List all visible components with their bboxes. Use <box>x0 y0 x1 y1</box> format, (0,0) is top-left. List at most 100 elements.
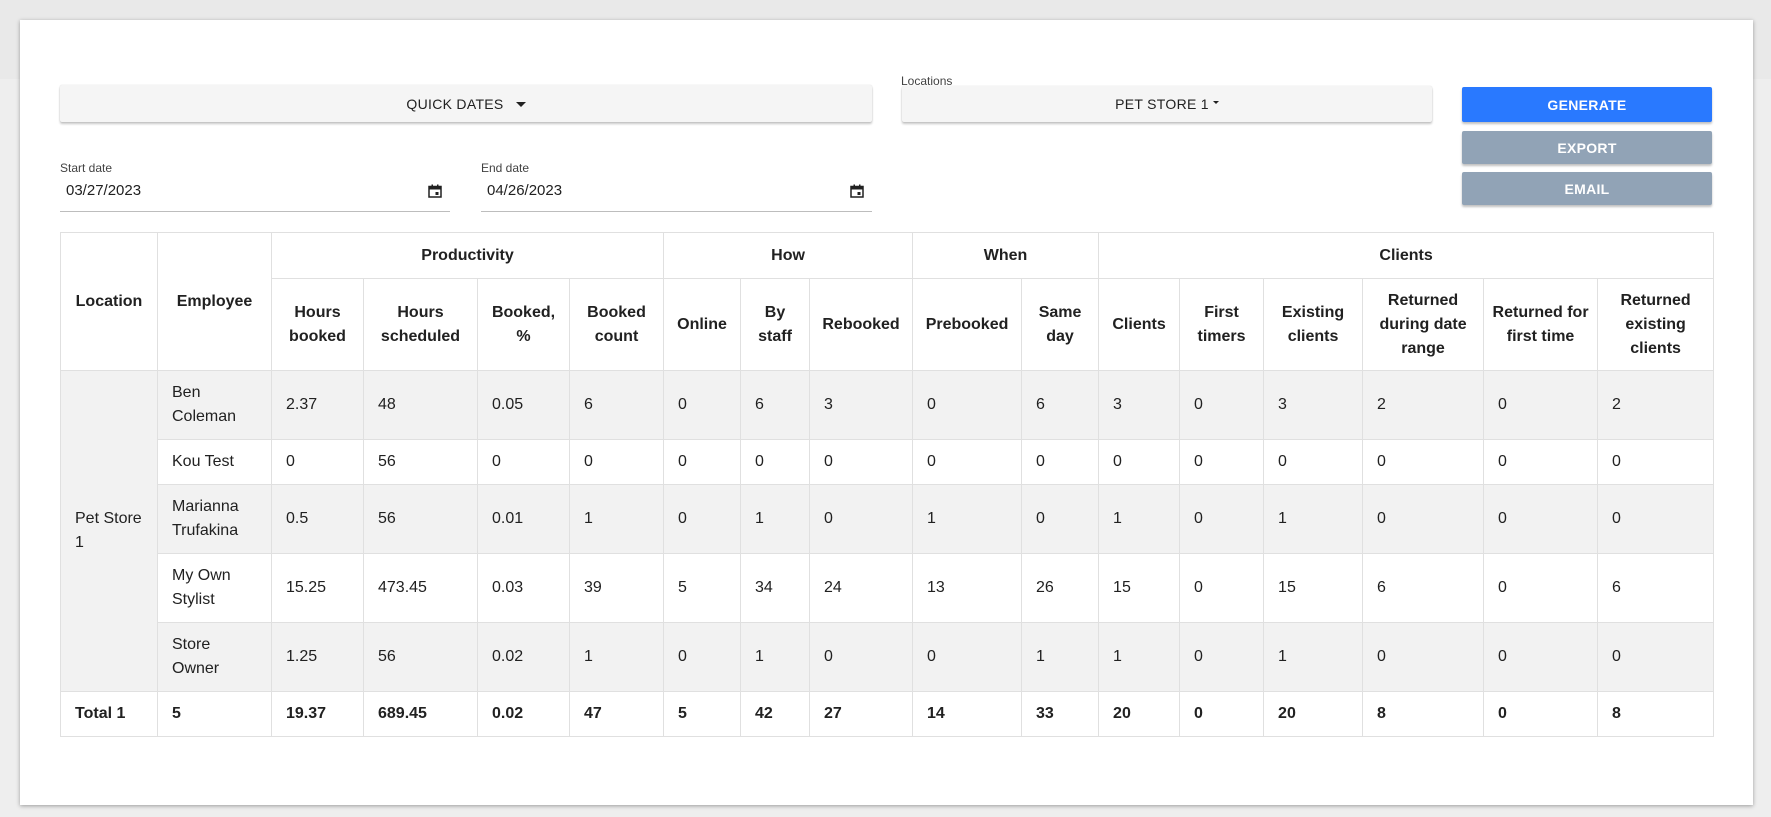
header-productivity: Productivity <box>270 232 665 279</box>
end-date-value: 04/26/2023 <box>487 182 563 199</box>
table-cell: 15.25 <box>271 553 364 623</box>
table-cell: 0 <box>1483 370 1599 440</box>
table-cell: 0 <box>663 439 742 485</box>
table-cell: 1 <box>740 484 811 554</box>
employee-cell: My Own Stylist <box>157 553 272 623</box>
table-cell: 0.01 <box>477 484 570 554</box>
location-value: PET STORE 1 <box>1115 96 1209 112</box>
table-cell: 13 <box>912 553 1023 623</box>
header-employee: Employee <box>157 232 272 371</box>
table-cell: 56 <box>363 484 478 554</box>
table-cell: 0.5 <box>271 484 364 554</box>
col-hours-scheduled: Hours scheduled <box>363 278 478 371</box>
table-cell: 1.25 <box>271 622 364 692</box>
table-row: My Own Stylist 15.25 473.45 0.03 39 5 34… <box>61 553 1715 623</box>
table-cell: 0 <box>809 622 914 692</box>
table-cell: 0 <box>1021 484 1100 554</box>
col-by-staff: By staff <box>740 278 811 371</box>
table-cell: 0.05 <box>477 370 570 440</box>
email-button[interactable]: EMAIL <box>1462 172 1712 205</box>
col-same-day: Same day <box>1021 278 1100 371</box>
total-cell: 42 <box>740 691 811 737</box>
start-date-value: 03/27/2023 <box>66 182 142 199</box>
table-cell: 56 <box>363 622 478 692</box>
table-cell: 1 <box>1021 622 1100 692</box>
col-hours-booked: Hours booked <box>271 278 364 371</box>
col-prebooked: Prebooked <box>912 278 1023 371</box>
total-cell: 689.45 <box>363 691 478 737</box>
calendar-icon[interactable] <box>428 184 442 198</box>
table-cell: 1 <box>568 622 665 692</box>
table-cell: 1 <box>1098 622 1181 692</box>
total-employee-count: 5 <box>157 691 272 737</box>
export-button[interactable]: EXPORT <box>1462 131 1712 164</box>
col-booked-percent: Booked, % <box>477 278 570 371</box>
total-cell: 8 <box>1362 691 1485 737</box>
total-row: Total 1 5 19.37 689.45 0.02 47 5 42 27 1… <box>60 691 1715 737</box>
report-table: Location Employee Productivity How When … <box>60 232 1715 737</box>
table-row: Pet Store 1 Ben Coleman 2.37 48 0.05 6 0… <box>60 370 1715 692</box>
table-cell: 0 <box>1179 622 1265 692</box>
table-cell: 0 <box>1179 553 1265 623</box>
header-location: Location <box>60 232 158 371</box>
caret-down-icon <box>515 102 526 107</box>
table-cell: 0.03 <box>477 553 570 623</box>
table-cell: 0 <box>271 439 364 485</box>
table-cell: 5 <box>663 553 742 623</box>
quick-dates-button[interactable]: QUICK DATES <box>60 85 872 122</box>
total-cell: 27 <box>809 691 914 737</box>
total-cell: 20 <box>1263 691 1364 737</box>
col-clients: Clients <box>1098 278 1181 371</box>
table-cell: 0 <box>1483 553 1599 623</box>
table-cell: 0 <box>1362 439 1485 485</box>
start-date-label: Start date <box>60 161 113 175</box>
table-cell: 0 <box>1597 439 1715 485</box>
start-date-field[interactable]: 03/27/2023 <box>60 180 450 212</box>
table-cell: 2 <box>1597 370 1715 440</box>
total-cell: 14 <box>912 691 1023 737</box>
table-cell: 0 <box>912 439 1023 485</box>
col-online: Online <box>663 278 742 371</box>
end-date-field[interactable]: 04/26/2023 <box>481 180 872 212</box>
table-row: Store Owner 1.25 56 0.02 1 0 1 0 0 1 1 0… <box>61 622 1715 692</box>
table-cell: 0 <box>1098 439 1181 485</box>
table-row: Kou Test 0 56 0 0 0 0 0 0 0 0 0 0 0 0 0 <box>61 439 1715 485</box>
table-body: Pet Store 1 Ben Coleman 2.37 48 0.05 6 0… <box>60 370 1715 737</box>
col-existing-clients: Existing clients <box>1263 278 1364 371</box>
end-date-label: End date <box>481 161 530 175</box>
table-cell: 3 <box>809 370 914 440</box>
table-cell: 6 <box>1597 553 1715 623</box>
total-cell: 0 <box>1483 691 1599 737</box>
table-cell: 0 <box>1179 484 1265 554</box>
table-cell: 26 <box>1021 553 1100 623</box>
table-cell: 1 <box>1263 484 1364 554</box>
header-when: When <box>912 232 1100 279</box>
table-cell: 0 <box>1483 439 1599 485</box>
table-cell: 0 <box>740 439 811 485</box>
table-cell: 6 <box>740 370 811 440</box>
table-cell: 3 <box>1098 370 1181 440</box>
table-cell: 3 <box>1263 370 1364 440</box>
table-cell: 0 <box>1179 439 1265 485</box>
table-cell: 34 <box>740 553 811 623</box>
col-booked-count: Booked count <box>568 278 665 371</box>
table-cell: 0 <box>1483 622 1599 692</box>
table-cell: 0 <box>1263 439 1364 485</box>
col-returned-during-date-range: Returned during date range <box>1362 278 1485 371</box>
calendar-icon[interactable] <box>850 184 864 198</box>
table-cell: 0 <box>809 484 914 554</box>
table-cell: 2.37 <box>271 370 364 440</box>
employee-cell: Store Owner <box>157 622 272 692</box>
generate-button[interactable]: GENERATE <box>1462 87 1712 122</box>
table-cell: 0 <box>1597 484 1715 554</box>
quick-dates-label: QUICK DATES <box>406 95 504 112</box>
employee-cell: Kou Test <box>157 439 272 485</box>
table-cell: 0 <box>809 439 914 485</box>
total-cell: 33 <box>1021 691 1100 737</box>
total-label: Total 1 <box>60 691 158 737</box>
table-cell: 15 <box>1098 553 1181 623</box>
col-returned-for-first-time: Returned for first time <box>1483 278 1599 371</box>
location-select[interactable]: PET STORE 1 <box>902 86 1432 122</box>
table-cell: 0 <box>477 439 570 485</box>
location-cell: Pet Store 1 <box>60 370 158 692</box>
